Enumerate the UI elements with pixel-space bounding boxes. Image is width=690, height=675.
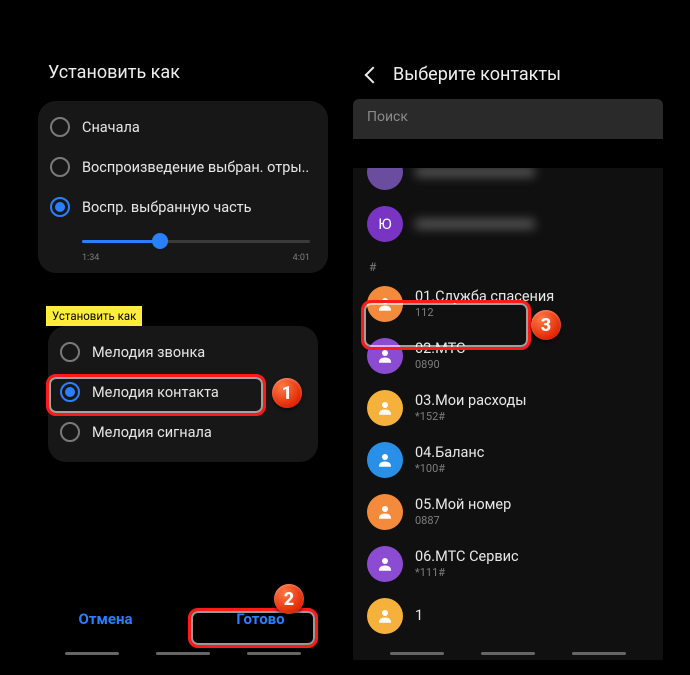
avatar xyxy=(367,598,403,634)
option-label: Мелодия звонка xyxy=(92,344,205,361)
redacted-name xyxy=(415,219,535,229)
time-end: 4:01 xyxy=(293,253,310,263)
contact-row[interactable]: 02.МТС0890 xyxy=(353,330,663,382)
contact-row[interactable]: 1 xyxy=(353,590,663,642)
radio-icon-selected xyxy=(60,382,80,402)
contact-name: 01.Служба спасения xyxy=(415,289,554,306)
contact-sub: 0887 xyxy=(415,514,511,527)
contact-sub: *100# xyxy=(415,462,484,475)
contact-row-obscured[interactable] xyxy=(353,168,663,198)
set-as-card: Мелодия звонка Мелодия контакта Мелодия … xyxy=(48,326,318,462)
radio-play-selected[interactable]: Воспр. выбранную часть xyxy=(38,187,328,227)
avatar xyxy=(367,442,403,478)
cancel-button[interactable]: Отмена xyxy=(28,598,183,640)
contact-sub: 112 xyxy=(415,306,554,319)
page-title: Установить как xyxy=(28,28,338,101)
contact-name: 06.МТС Сервис xyxy=(415,549,519,566)
avatar: Ю xyxy=(367,206,403,242)
avatar xyxy=(367,338,403,374)
contact-row[interactable]: 01.Служба спасения112 xyxy=(353,278,663,330)
radio-play-from-start[interactable]: Сначала xyxy=(38,107,328,147)
radio-contact-melody[interactable]: Мелодия контакта xyxy=(48,372,318,412)
contact-row[interactable]: 06.МТС Сервис*111# xyxy=(353,538,663,590)
done-button[interactable]: Готово xyxy=(183,598,338,640)
avatar xyxy=(367,168,403,190)
playback-card: Сначала Воспроизведение выбран. отры.. В… xyxy=(38,101,328,273)
radio-ringtone[interactable]: Мелодия звонка xyxy=(48,332,318,372)
radio-alarm[interactable]: Мелодия сигнала xyxy=(48,412,318,452)
back-icon[interactable] xyxy=(365,66,382,83)
radio-icon xyxy=(60,422,80,442)
page-title: Выберите контакты xyxy=(393,64,561,85)
option-label: Воспроизведение выбран. отры.. xyxy=(82,159,309,176)
radio-play-excerpt[interactable]: Воспроизведение выбран. отры.. xyxy=(38,147,328,187)
option-label: Мелодия сигнала xyxy=(92,424,212,441)
search-input[interactable]: Поиск xyxy=(353,99,663,139)
contact-sub: *111# xyxy=(415,566,519,579)
annotation-tag: Установить как xyxy=(46,306,142,326)
contact-name: 1 xyxy=(415,608,423,625)
left-screen: Установить как Сначала Воспроизведение в… xyxy=(28,28,338,660)
redacted-name xyxy=(415,168,535,177)
contact-row[interactable]: 04.Баланс*100# xyxy=(353,434,663,486)
section-header: # xyxy=(353,254,663,278)
trim-slider[interactable] xyxy=(82,231,310,251)
contacts-panel: Ю # 01.Служба спасения11202.МТС089003.Мо… xyxy=(353,168,663,660)
contact-name: 04.Баланс xyxy=(415,445,484,462)
radio-icon xyxy=(60,342,80,362)
radio-icon-selected xyxy=(50,197,70,217)
option-label: Сначала xyxy=(82,119,140,136)
avatar xyxy=(367,390,403,426)
contact-sub: 0890 xyxy=(415,358,465,371)
avatar xyxy=(367,494,403,530)
contact-name: 03.Мои расходы xyxy=(415,393,526,410)
option-label: Воспр. выбранную часть xyxy=(82,199,252,216)
android-navbar xyxy=(28,648,338,658)
footer-bar: Отмена Готово xyxy=(28,598,338,640)
time-start: 1:34 xyxy=(82,253,99,263)
contact-row[interactable]: 05.Мой номер0887 xyxy=(353,486,663,538)
avatar xyxy=(367,286,403,322)
radio-icon xyxy=(50,117,70,137)
contact-row[interactable]: 03.Мои расходы*152# xyxy=(353,382,663,434)
android-navbar xyxy=(353,648,663,658)
slider-thumb[interactable] xyxy=(152,233,168,249)
option-label: Мелодия контакта xyxy=(92,384,219,401)
slider-fill xyxy=(82,240,160,243)
contact-sub: *152# xyxy=(415,410,526,423)
contact-row-obscured[interactable]: Ю xyxy=(353,198,663,250)
contact-name: 05.Мой номер xyxy=(415,497,511,514)
contact-name: 02.МТС xyxy=(415,341,465,358)
radio-icon xyxy=(50,157,70,177)
avatar xyxy=(367,546,403,582)
right-screen: Выберите контакты Поиск Ю # 01.Служба сп… xyxy=(353,28,663,660)
